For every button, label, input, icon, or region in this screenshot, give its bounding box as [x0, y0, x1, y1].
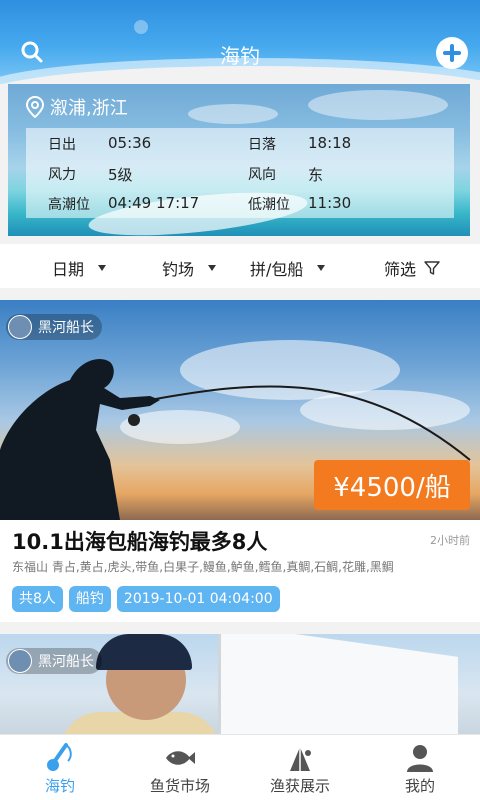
low-tide-value: 11:30 — [308, 194, 352, 212]
post-species: 东福山 青占,黄占,虎头,带鱼,白果子,鳗鱼,鲈鱼,鳕鱼,真鲷,石鲷,花雕,黑鲷 — [12, 560, 394, 574]
filter-button[interactable]: 筛选 — [384, 256, 440, 280]
page-title: 海钓 — [220, 44, 260, 68]
nav-item-fishing[interactable]: 海钓 — [0, 735, 120, 800]
app-header: 海钓 — [0, 0, 480, 84]
avatar — [8, 315, 32, 339]
filter-boat-dropdown[interactable]: 拼/包船 — [250, 256, 326, 280]
fishing-rod-icon — [47, 743, 72, 771]
nav-label: 海钓 — [44, 777, 75, 795]
dropdown-arrow-icon — [317, 265, 326, 271]
filter-bar: 日期 钓场 拼/包船 筛选 — [0, 244, 480, 288]
nav-label: 我的 — [404, 777, 435, 795]
post-title: 10.1出海包船海钓最多8人 — [12, 530, 268, 554]
sunrise-value: 05:36 — [108, 134, 152, 152]
weather-card: 溆浦,浙江 日出 05:36 日落 18:18 风力 5级 风向 东 高潮位 0… — [8, 84, 470, 236]
high-tide-value: 04:49 17:17 — [108, 194, 200, 212]
post-card[interactable]: 黑河船长 — [0, 634, 480, 734]
filter-spot-dropdown[interactable]: 钓场 — [162, 256, 217, 280]
user-icon — [407, 745, 433, 772]
flag-decoration — [218, 634, 458, 734]
wind-force-label: 风力 — [48, 167, 76, 183]
location-pin-icon — [26, 96, 44, 118]
nav-label: 渔获展示 — [269, 777, 330, 795]
nav-item-market[interactable]: 鱼货市场 — [120, 735, 240, 800]
wind-direction-value: 东 — [308, 166, 324, 184]
funnel-icon — [424, 261, 440, 275]
post-time: 2小时前 — [430, 534, 470, 547]
cloud-decoration — [188, 104, 278, 124]
catch-icon — [290, 747, 311, 771]
wind-direction-label: 风向 — [248, 167, 276, 183]
author-name: 黑河船长 — [38, 320, 94, 336]
nav-item-catch[interactable]: 渔获展示 — [240, 735, 360, 800]
filter-boat-label: 拼/包船 — [250, 260, 304, 279]
post-photo: 黑河船长 ¥4500/船 — [0, 300, 480, 520]
sunrise-label: 日出 — [48, 137, 76, 153]
weather-info-grid: 日出 05:36 日落 18:18 风力 5级 风向 东 高潮位 04:49 1… — [26, 128, 454, 218]
nav-label: 鱼货市场 — [149, 777, 210, 795]
sunset-label: 日落 — [248, 137, 276, 153]
tag-datetime: 2019-10-01 04:04:00 — [116, 586, 280, 612]
dropdown-arrow-icon — [208, 265, 217, 271]
cap-decoration — [96, 634, 192, 670]
weather-location: 溆浦,浙江 — [26, 94, 128, 120]
post-tags: 共8人 船钓 2019-10-01 04:04:00 — [12, 586, 286, 612]
high-tide-label: 高潮位 — [48, 197, 90, 213]
fish-icon — [166, 751, 195, 765]
tag-people: 共8人 — [12, 586, 63, 612]
post-card[interactable]: 黑河船长 ¥4500/船 10.1出海包船海钓最多8人 2小时前 东福山 青占,… — [0, 300, 480, 622]
filter-spot-label: 钓场 — [162, 260, 195, 279]
add-icon[interactable] — [436, 37, 468, 69]
app-root: 海钓 溆浦,浙江 日出 05:36 日落 18:18 风力 5级 风向 东 高潮… — [0, 0, 480, 800]
filter-label: 筛选 — [384, 260, 417, 279]
avatar — [8, 649, 32, 673]
tag-type: 船钓 — [68, 586, 111, 612]
cloud-decoration — [308, 90, 448, 120]
dropdown-arrow-icon — [98, 265, 107, 271]
location-text: 溆浦,浙江 — [50, 98, 128, 119]
nav-item-me[interactable]: 我的 — [360, 735, 480, 800]
author-badge[interactable]: 黑河船长 — [6, 648, 102, 674]
filter-date-label: 日期 — [52, 260, 85, 279]
header-decoration — [134, 20, 148, 34]
sunset-value: 18:18 — [308, 134, 352, 152]
author-badge[interactable]: 黑河船长 — [6, 314, 102, 340]
bottom-nav: 海钓 鱼货市场 渔获展示 我的 — [0, 734, 480, 800]
filter-date-dropdown[interactable]: 日期 — [52, 256, 107, 280]
author-name: 黑河船长 — [38, 654, 94, 670]
wind-force-value: 5级 — [108, 166, 133, 184]
price-badge: ¥4500/船 — [314, 460, 470, 510]
low-tide-label: 低潮位 — [248, 197, 290, 213]
